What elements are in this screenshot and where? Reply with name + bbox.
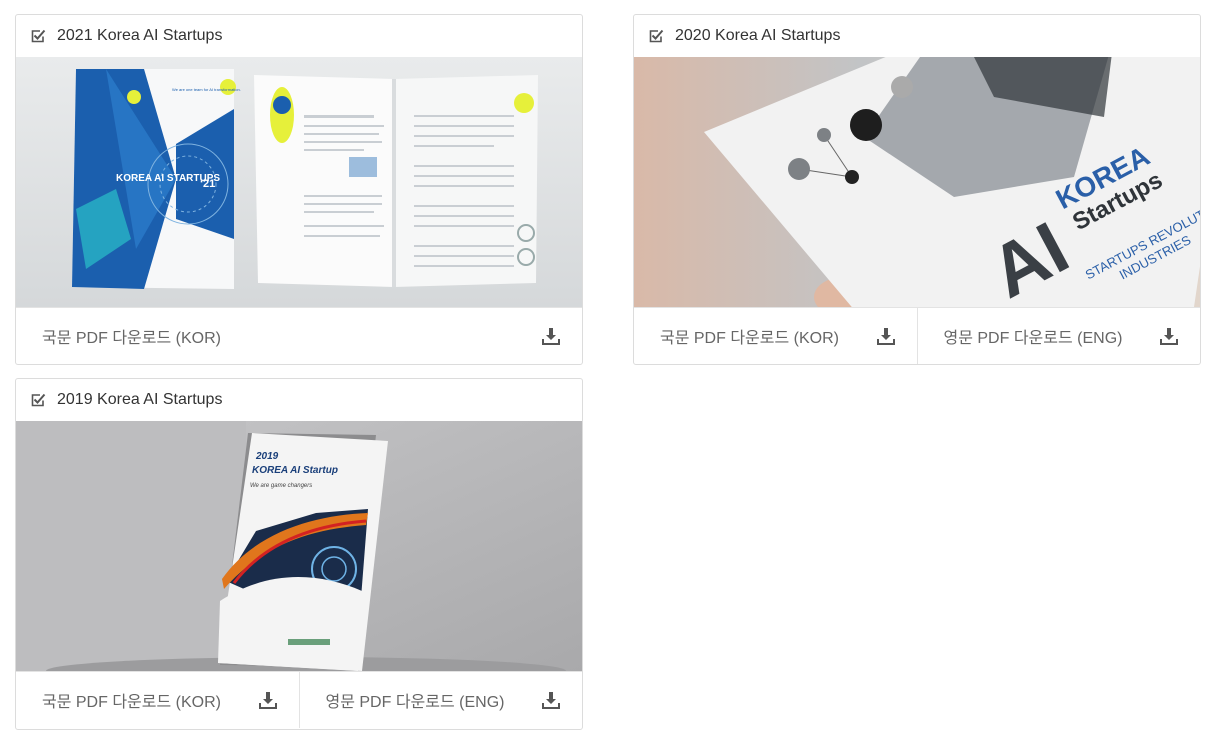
card-title: 2021 Korea AI Startups <box>57 27 223 44</box>
download-bar: 국문 PDF 다운로드 (KOR) 영문 PDF 다운로드 (ENG) <box>634 307 1200 364</box>
download-label: 영문 PDF 다운로드 (ENG) <box>325 694 505 711</box>
download-icon <box>542 328 560 345</box>
cover-2019-year: 2019 <box>255 451 279 462</box>
report-card-2020: 2020 Korea AI Startups AI KOREA Startups… <box>633 14 1201 365</box>
report-cover-image[interactable]: 2019 KOREA AI Startup We are game change… <box>16 421 582 671</box>
checkbox-checked-icon <box>31 393 46 407</box>
report-card-2019: 2019 Korea AI Startups 2019 KOREA AI Sta… <box>15 378 583 730</box>
checkbox-checked-icon <box>649 29 664 43</box>
checkbox-checked-icon <box>31 29 46 43</box>
report-card-2021: 2021 Korea AI Startups KOREA AI STARTUPS… <box>15 14 583 365</box>
cover-2019-illustration: 2019 KOREA AI Startup We are game change… <box>16 421 582 671</box>
download-label: 국문 PDF 다운로드 (KOR) <box>660 330 839 347</box>
download-kor-button[interactable]: 국문 PDF 다운로드 (KOR) <box>16 308 582 364</box>
download-icon <box>542 692 560 709</box>
download-bar: 국문 PDF 다운로드 (KOR) <box>16 307 582 364</box>
card-header: 2020 Korea AI Startups <box>634 15 1200 57</box>
cover-2021-tagline: We are one team for AI transformation. <box>172 87 241 92</box>
download-icon <box>258 692 277 709</box>
cover-2019-tagline: We are game changers <box>250 483 312 489</box>
card-header: 2019 Korea AI Startups <box>16 379 582 421</box>
download-eng-button[interactable]: 영문 PDF 다운로드 (ENG) <box>298 672 583 728</box>
cover-2021-year: ‘21 <box>200 178 215 190</box>
download-kor-button[interactable]: 국문 PDF 다운로드 (KOR) <box>634 308 917 364</box>
card-header: 2021 Korea AI Startups <box>16 15 582 57</box>
cover-2020-illustration: AI KOREA Startups STARTUPS REVOLUTIONIZE… <box>634 57 1200 307</box>
download-label: 국문 PDF 다운로드 (KOR) <box>42 330 221 347</box>
card-title: 2019 Korea AI Startups <box>57 391 223 408</box>
cover-2021-illustration: KOREA AI STARTUPS ‘21 We are one team fo… <box>16 57 582 307</box>
report-cover-image[interactable]: KOREA AI STARTUPS ‘21 We are one team fo… <box>16 57 582 307</box>
download-eng-button[interactable]: 영문 PDF 다운로드 (ENG) <box>916 308 1201 364</box>
download-icon <box>876 328 895 345</box>
download-bar: 국문 PDF 다운로드 (KOR) 영문 PDF 다운로드 (ENG) <box>16 671 582 728</box>
download-label: 영문 PDF 다운로드 (ENG) <box>943 330 1123 347</box>
download-icon <box>1160 328 1178 345</box>
cover-2019-title: KOREA AI Startup <box>252 465 338 476</box>
download-label: 국문 PDF 다운로드 (KOR) <box>42 694 221 711</box>
report-cover-image[interactable]: AI KOREA Startups STARTUPS REVOLUTIONIZE… <box>634 57 1200 307</box>
download-kor-button[interactable]: 국문 PDF 다운로드 (KOR) <box>16 672 299 728</box>
card-title: 2020 Korea AI Startups <box>675 27 841 44</box>
